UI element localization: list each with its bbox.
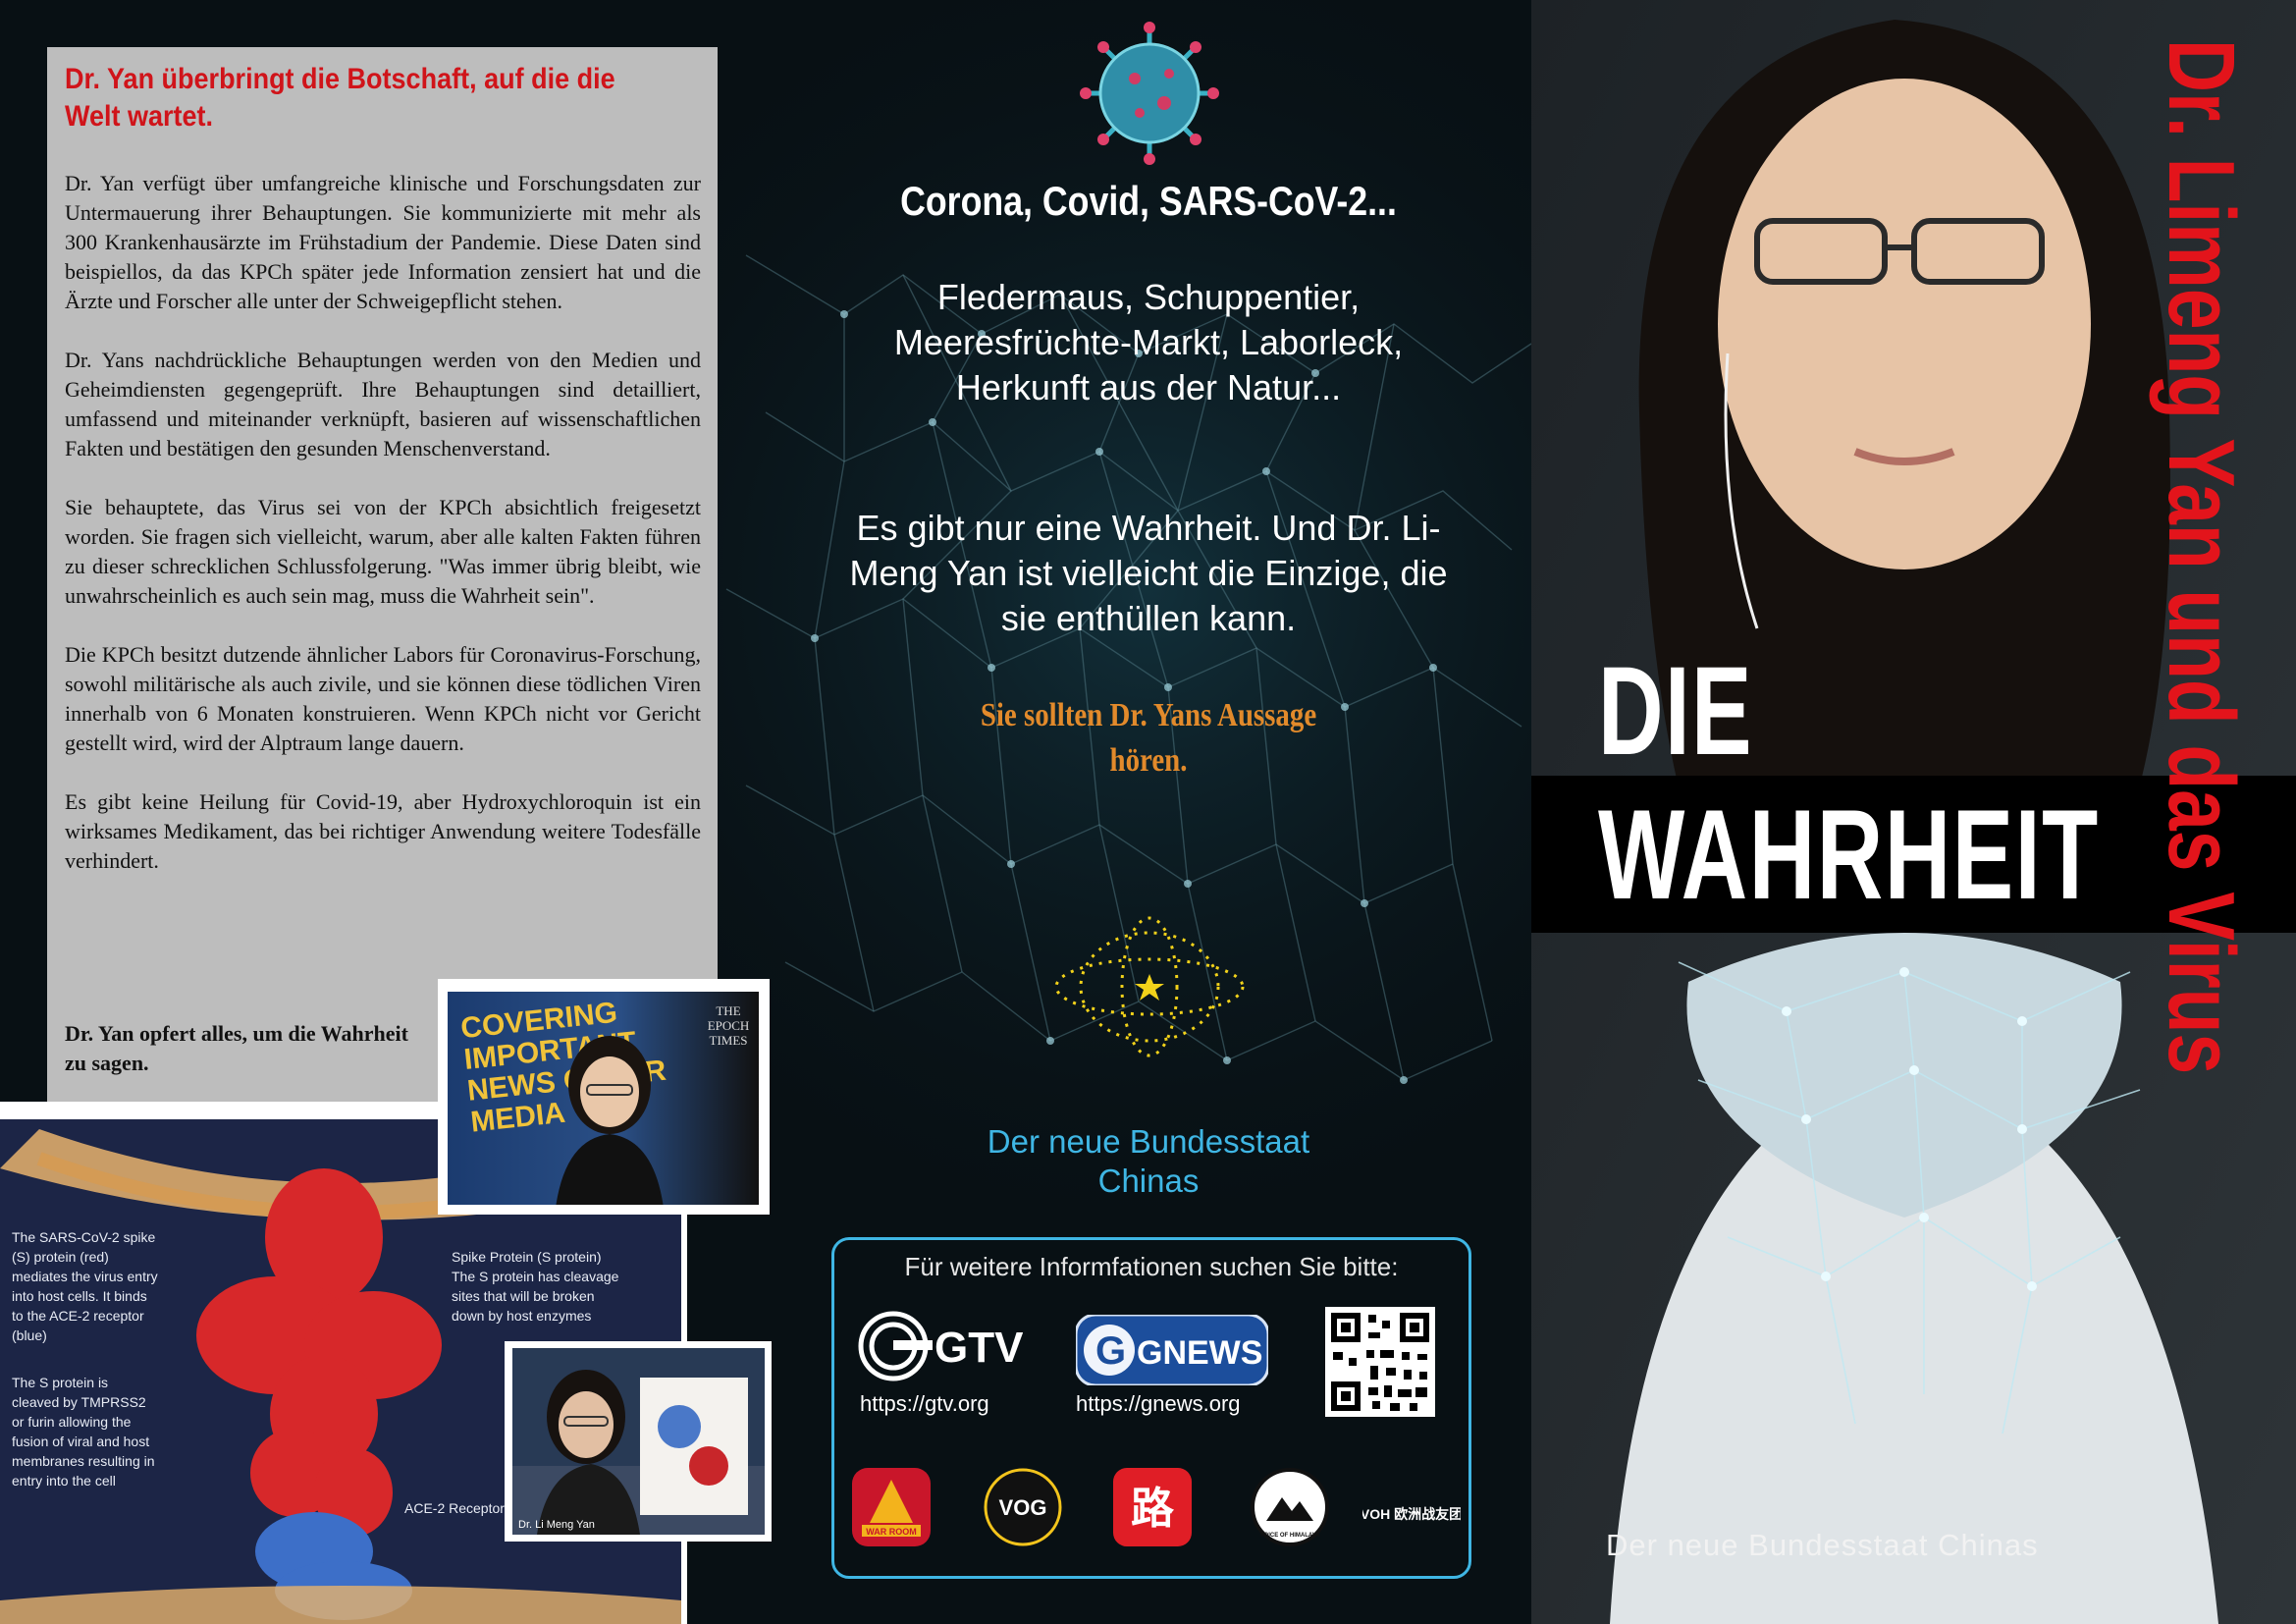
paragraph: Die KPCh besitzt dutzende ähnlicher Labo… bbox=[65, 642, 701, 755]
left-panel-closing: Dr. Yan opfert alles, um die Wahrheit zu… bbox=[65, 1021, 408, 1075]
paragraph: Sie behauptete, das Virus sei von der KP… bbox=[65, 495, 701, 608]
headline-die: DIE bbox=[1598, 641, 1753, 782]
vog-icon: VOG bbox=[984, 1468, 1062, 1546]
gnews-url-link[interactable]: https://gnews.org bbox=[1076, 1391, 1241, 1417]
spike-caption-3: Spike Protein (S protein) The S protein … bbox=[452, 1249, 619, 1324]
left-panel-body: Dr. Yan verfügt über umfangreiche klinis… bbox=[65, 169, 701, 905]
video-still-image: Dr. Li Meng Yan bbox=[512, 1348, 765, 1535]
headline-wahrheit: WAHRHEIT bbox=[1598, 783, 2100, 926]
gnews-logo-text: GNEWS bbox=[1137, 1334, 1262, 1372]
svg-text:G: G bbox=[1095, 1329, 1126, 1373]
gtv-logo-text: GTV bbox=[934, 1324, 1023, 1372]
voh-app-icon[interactable]: VOH 欧洲战友团 bbox=[1361, 1468, 1463, 1546]
cover-org-name: Der neue Bundesstaat Chinas bbox=[1606, 1528, 2039, 1562]
brochure-page: Dr. Yan überbringt die Botschaft, auf di… bbox=[0, 0, 2296, 1624]
left-panel-title: Dr. Yan überbringt die Botschaft, auf di… bbox=[65, 63, 615, 133]
gnews-logo[interactable]: G GNEWS bbox=[1074, 1313, 1270, 1387]
gtv-logo-icon: GTV bbox=[858, 1311, 1024, 1381]
war-room-icon: WAR ROOM bbox=[852, 1468, 931, 1546]
middle-paragraph-2: Es gibt nur eine Wahrheit. Und Dr. Li-Me… bbox=[849, 508, 1448, 638]
gtv-url-link[interactable]: https://gtv.org bbox=[860, 1391, 989, 1417]
lu-icon: 路 bbox=[1113, 1468, 1192, 1546]
spike-caption-2: The S protein is cleaved by TMPRSS2 or f… bbox=[12, 1375, 155, 1489]
middle-call-to-action: Sie sollten Dr. Yans Aussage hören. bbox=[980, 697, 1317, 779]
video-caption: Dr. Li Meng Yan bbox=[518, 1519, 595, 1531]
interview-photo: COVERING IMPORTANT NEWS OTHER MEDIA THE … bbox=[438, 979, 770, 1215]
paragraph: Dr. Yan verfügt über umfangreiche klinis… bbox=[65, 171, 701, 313]
left-text-panel: Dr. Yan überbringt die Botschaft, auf di… bbox=[47, 47, 718, 1106]
war-room-app-icon[interactable]: WAR ROOM bbox=[852, 1468, 931, 1546]
qr-code-icon bbox=[1325, 1307, 1435, 1417]
new-federal-state-logo bbox=[1054, 916, 1245, 1057]
voh-label: VOH 欧洲战友团 bbox=[1362, 1506, 1461, 1522]
paragraph: Es gibt keine Heilung für Covid-19, aber… bbox=[65, 789, 701, 873]
virus-icon bbox=[1080, 22, 1219, 165]
paragraph: Dr. Yans nachdrückliche Behauptungen wer… bbox=[65, 348, 701, 460]
video-still-graphic bbox=[512, 1348, 765, 1535]
interview-photo-image: COVERING IMPORTANT NEWS OTHER MEDIA THE … bbox=[448, 992, 759, 1205]
spike-caption-1: The SARS-CoV-2 spike (S) protein (red) m… bbox=[12, 1229, 158, 1343]
info-box: Für weitere Informfationen suchen Sie bi… bbox=[831, 1237, 1471, 1579]
war-room-label: WAR ROOM bbox=[866, 1527, 917, 1537]
middle-paragraph-1: Fledermaus, Schuppentier, Meeresfrüchte-… bbox=[893, 277, 1404, 407]
video-still: Dr. Li Meng Yan bbox=[505, 1341, 772, 1542]
vertical-title-text: Dr. Limeng Yan und das Virus bbox=[2149, 39, 2254, 1075]
gtv-logo[interactable]: GTV bbox=[856, 1307, 1024, 1385]
info-heading: Für weitere Informfationen suchen Sie bi… bbox=[904, 1252, 1399, 1281]
gnews-logo-icon: G GNEWS bbox=[1074, 1313, 1270, 1387]
vog-label: VOG bbox=[999, 1495, 1047, 1520]
app-icons-row: WAR ROOM VOG 路 VOICE OF HIMALAYA VOH 欧洲战… bbox=[852, 1468, 1463, 1552]
middle-headline: Corona, Covid, SARS-CoV-2... bbox=[900, 178, 1397, 224]
qr-code[interactable] bbox=[1325, 1307, 1435, 1417]
middle-org-name: Der neue Bundesstaat Chinas bbox=[987, 1123, 1310, 1199]
voh-icon: VOH 欧洲战友团 bbox=[1361, 1506, 1463, 1522]
lu-app-icon[interactable]: 路 bbox=[1113, 1468, 1192, 1546]
lu-label: 路 bbox=[1131, 1484, 1175, 1534]
himalaya-icon: VOICE OF HIMALAYA bbox=[1251, 1468, 1329, 1546]
vog-app-icon[interactable]: VOG bbox=[984, 1468, 1062, 1546]
himalaya-label: VOICE OF HIMALAYA bbox=[1260, 1533, 1321, 1539]
epoch-times-logo: THE EPOCH TIMES bbox=[707, 1003, 750, 1048]
voice-of-himalaya-icon[interactable]: VOICE OF HIMALAYA bbox=[1251, 1468, 1329, 1546]
vertical-title: Dr. Limeng Yan und das Virus bbox=[2149, 39, 2254, 1610]
portrait-figure bbox=[556, 1036, 664, 1205]
